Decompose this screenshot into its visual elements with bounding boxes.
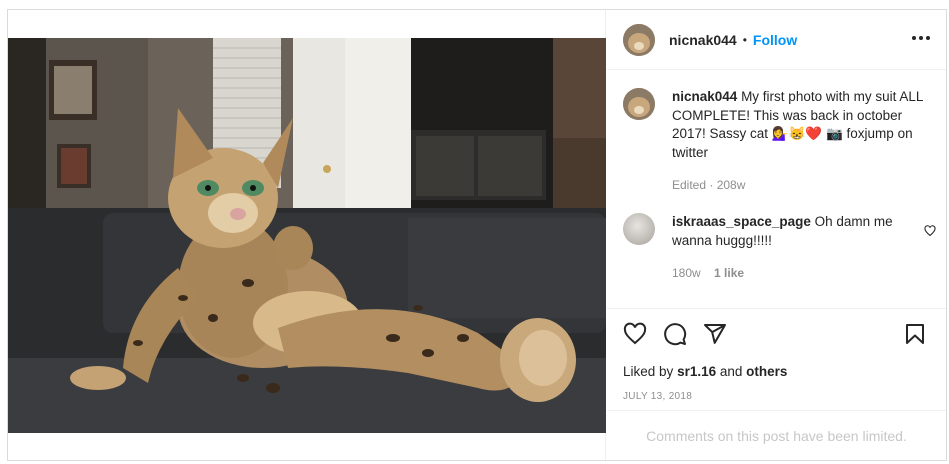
likes-and: and <box>719 364 743 379</box>
post-caption: nicnak044 My first photo with my suit AL… <box>623 88 933 192</box>
post-dialog: nicnak044 • Follow nicnak044 My first ph… <box>7 9 947 461</box>
post-photo[interactable] <box>8 38 606 433</box>
comment-text: iskraaas_space_page Oh damn me wanna hug… <box>672 213 912 250</box>
bookmark-icon[interactable] <box>903 322 927 346</box>
comment-age: 180w <box>672 266 701 280</box>
likes-user[interactable]: sr1.16 <box>677 364 716 379</box>
comment-username[interactable]: iskraaas_space_page <box>672 214 811 229</box>
post-header: nicnak044 • Follow <box>607 10 946 70</box>
comment-icon[interactable] <box>663 322 687 346</box>
heart-icon[interactable] <box>924 225 936 237</box>
likes-summary: Liked by sr1.16 and others <box>623 364 787 379</box>
divider <box>607 410 946 411</box>
user-avatar-icon <box>623 23 655 56</box>
divider <box>607 308 946 309</box>
likes-prefix: Liked by <box>623 364 674 379</box>
caption-username[interactable]: nicnak044 <box>672 89 737 104</box>
caption-meta: Edited · 208w <box>672 178 746 192</box>
avatar[interactable] <box>623 88 655 120</box>
furry-lynx-costume-photo <box>8 38 606 433</box>
user-avatar-icon <box>623 88 655 120</box>
post-actions <box>623 322 935 348</box>
comment-likes[interactable]: 1 like <box>714 266 744 280</box>
follow-button[interactable]: Follow <box>753 32 797 48</box>
avatar[interactable] <box>623 213 655 245</box>
caption-text: nicnak044 My first photo with my suit AL… <box>672 88 933 162</box>
post-media-area <box>8 10 606 460</box>
comments-limited-notice: Comments on this post have been limited. <box>646 428 907 444</box>
heart-icon[interactable] <box>623 322 647 346</box>
avatar[interactable] <box>623 23 655 56</box>
post-date[interactable]: JULY 13, 2018 <box>623 391 692 402</box>
comment-item: iskraaas_space_page Oh damn me wanna hug… <box>623 213 938 280</box>
post-sidebar: nicnak044 • Follow nicnak044 My first ph… <box>607 10 946 460</box>
post-author-username[interactable]: nicnak044 <box>669 32 737 48</box>
comment-meta: 180w 1 like <box>672 266 938 280</box>
separator-dot: • <box>742 32 747 47</box>
likes-others[interactable]: others <box>746 364 787 379</box>
share-icon[interactable] <box>703 322 727 346</box>
more-options-icon[interactable] <box>908 32 934 44</box>
